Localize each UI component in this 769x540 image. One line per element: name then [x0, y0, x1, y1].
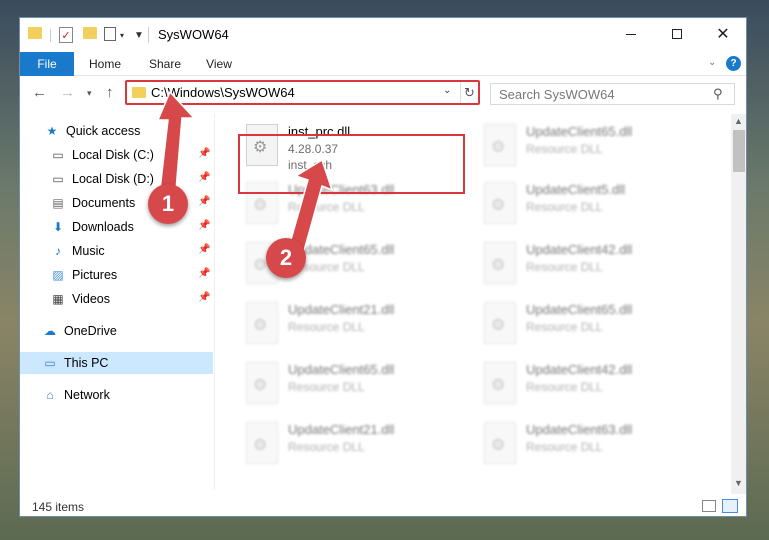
- arrow-1: [156, 90, 196, 191]
- step-1-marker: 1: [148, 184, 188, 224]
- annotation-arrows: [156, 90, 334, 260]
- step-2-marker: 2: [266, 238, 306, 278]
